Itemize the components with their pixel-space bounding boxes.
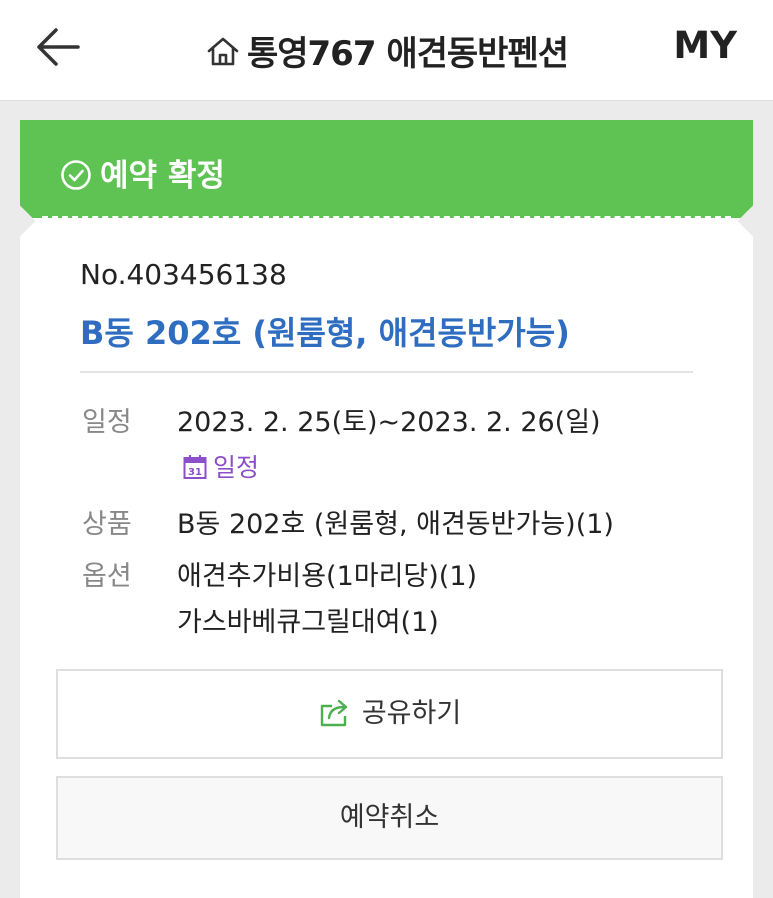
calendar-icon: 31	[183, 455, 207, 479]
room-title[interactable]: B동 202호 (원룸형, 애견동반가능)	[80, 308, 570, 354]
product-value: B동 202호 (원룸형, 애견동반가능)(1)	[177, 509, 614, 540]
cancel-reservation-button[interactable]: 예약취소	[56, 776, 723, 860]
reservation-card: No.403456138 B동 202호 (원룸형, 애견동반가능) 일정 20…	[20, 218, 753, 898]
top-header: 통영767 애견동반펜션 MY	[0, 0, 773, 101]
check-circle-icon	[61, 160, 91, 190]
share-button-label: 공유하기	[361, 698, 462, 729]
status-label-wrap: 예약 확정	[60, 150, 225, 195]
product-label: 상품	[82, 509, 132, 540]
calendar-icon-day: 31	[188, 467, 202, 478]
option-label: 옵션	[82, 561, 132, 592]
status-text: 예약 확정	[100, 158, 225, 194]
schedule-label: 일정	[82, 407, 132, 438]
add-to-calendar-link[interactable]: 31 일정	[183, 448, 259, 484]
page-title: 통영767 애견동반펜션	[246, 34, 569, 74]
home-icon	[207, 37, 239, 66]
option-item: 가스바베큐그릴대여(1)	[177, 607, 439, 638]
schedule-value: 2023. 2. 25(토)~2023. 2. 26(일)	[177, 407, 601, 438]
calendar-link-label: 일정	[213, 453, 260, 482]
my-page-link[interactable]: MY	[673, 24, 737, 67]
booking-number: No.403456138	[80, 258, 287, 291]
share-button[interactable]: 공유하기	[56, 669, 723, 759]
share-icon	[320, 699, 348, 727]
divider	[80, 371, 693, 373]
reservation-status-banner: 예약 확정	[20, 120, 753, 218]
option-item: 애견추가비용(1마리당)(1)	[177, 561, 478, 592]
page-title-wrap: 통영767 애견동반펜션	[0, 26, 773, 75]
